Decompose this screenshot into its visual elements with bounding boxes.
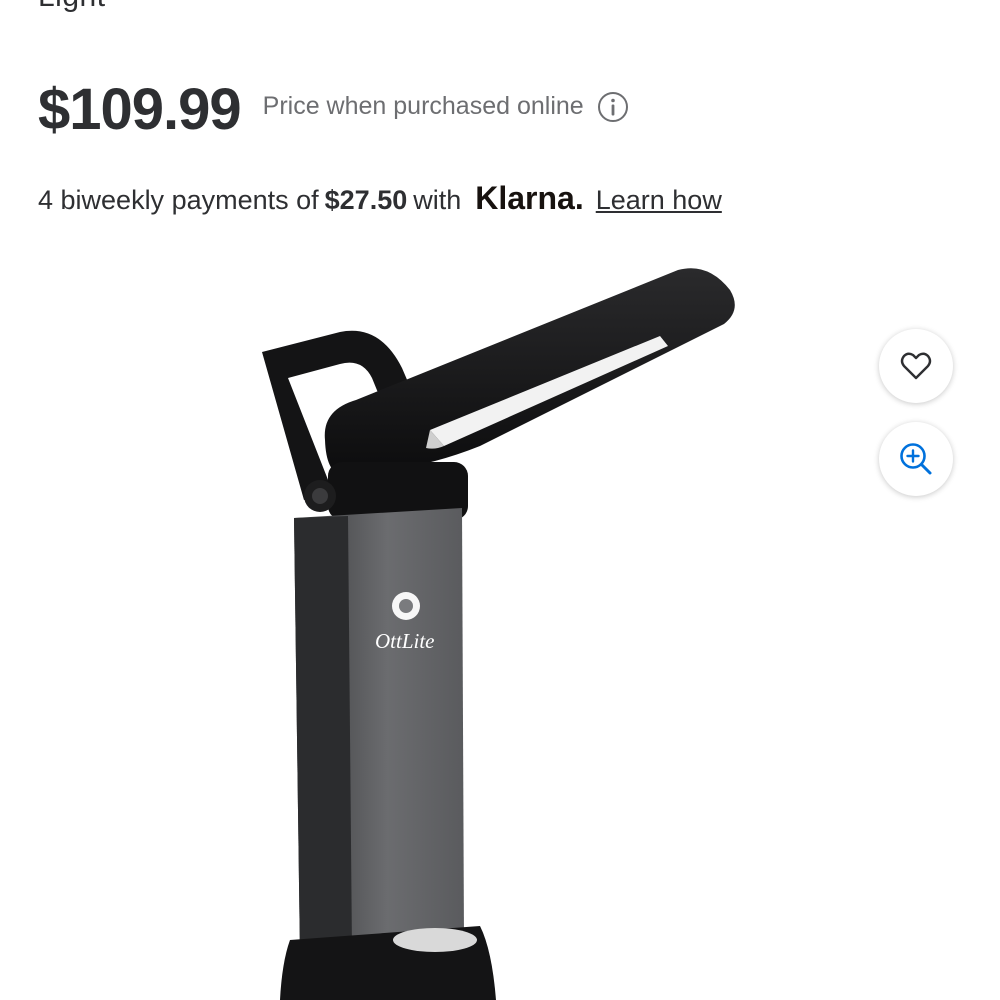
klarna-logo: Klarna.	[475, 180, 584, 216]
zoom-button[interactable]	[879, 422, 953, 496]
product-image[interactable]: OttLite	[230, 250, 770, 1000]
installment-text: 4 biweekly payments of	[38, 185, 319, 215]
zoom-in-icon	[900, 443, 932, 475]
product-price: $109.99	[38, 77, 242, 142]
installment-amount: $27.50	[324, 185, 408, 215]
installment-with: with	[413, 185, 462, 215]
info-icon[interactable]	[596, 90, 630, 124]
price-note: Price when purchased online	[262, 92, 584, 120]
learn-how-link[interactable]: Learn how	[596, 185, 722, 216]
price-row: $109.99 Price when purchased online	[38, 76, 630, 143]
product-title: Light	[38, 0, 106, 14]
brand-mark-text: OttLite	[375, 629, 435, 653]
klarna-installments: 4 biweekly payments of $27.50 with Klarn…	[38, 180, 722, 217]
heart-icon	[900, 352, 932, 380]
favorite-button[interactable]	[879, 329, 953, 403]
